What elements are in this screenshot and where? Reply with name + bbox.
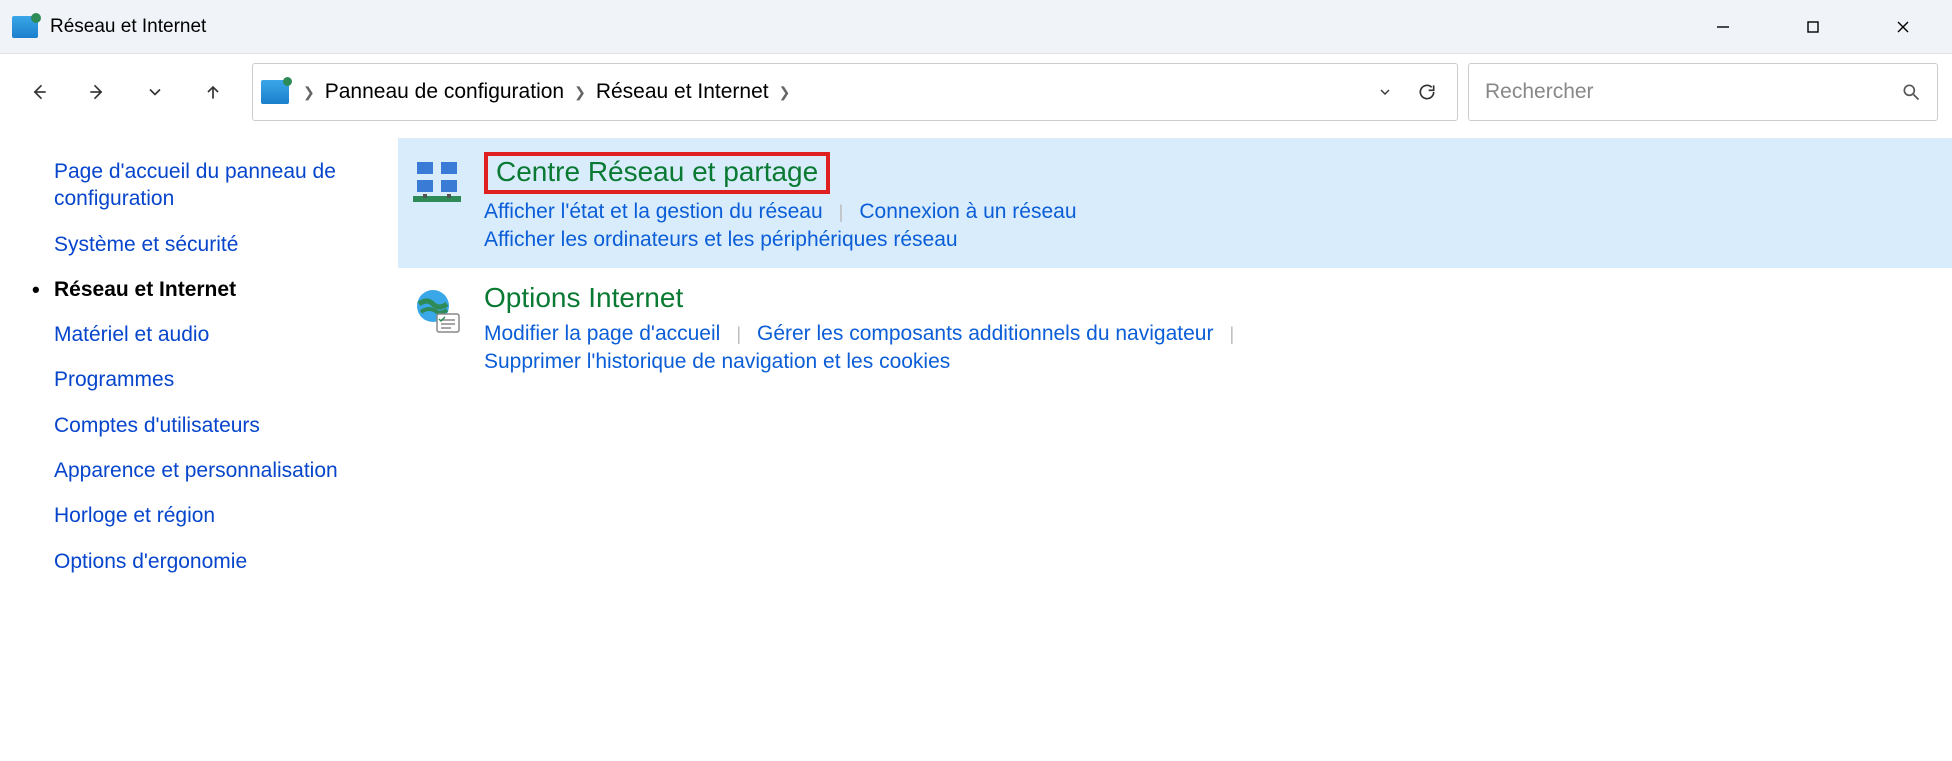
- sidebar-item-appearance[interactable]: Apparence et personnalisation: [54, 457, 378, 484]
- close-button[interactable]: [1858, 0, 1948, 54]
- category-body: Centre Réseau et partage Afficher l'état…: [484, 152, 1942, 254]
- category-internet-options: Options Internet Modifier la page d'accu…: [398, 268, 1952, 390]
- forward-button[interactable]: [78, 73, 116, 111]
- maximize-button[interactable]: [1768, 0, 1858, 54]
- category-title-network-sharing[interactable]: Centre Réseau et partage: [484, 152, 830, 194]
- link-view-network-status[interactable]: Afficher l'état et la gestion du réseau: [484, 198, 823, 226]
- minimize-button[interactable]: [1678, 0, 1768, 54]
- category-network-sharing: Centre Réseau et partage Afficher l'état…: [398, 138, 1952, 268]
- chevron-right-icon[interactable]: ❯: [574, 84, 586, 101]
- internet-options-icon: [408, 282, 466, 376]
- up-button[interactable]: [194, 73, 232, 111]
- link-connect-network[interactable]: Connexion à un réseau: [859, 198, 1076, 226]
- nav-buttons: [14, 73, 242, 111]
- content-area: Centre Réseau et partage Afficher l'état…: [398, 130, 1952, 761]
- sidebar-item-system-security[interactable]: Système et sécurité: [54, 231, 378, 258]
- link-delete-history[interactable]: Supprimer l'historique de navigation et …: [484, 348, 950, 376]
- link-change-homepage[interactable]: Modifier la page d'accueil: [484, 320, 720, 348]
- breadcrumb-item[interactable]: Panneau de configuration: [323, 76, 566, 108]
- link-view-network-devices[interactable]: Afficher les ordinateurs et les périphér…: [484, 226, 958, 254]
- search-icon[interactable]: [1901, 82, 1921, 102]
- address-history-dropdown[interactable]: [1365, 84, 1405, 100]
- sidebar-item-user-accounts[interactable]: Comptes d'utilisateurs: [54, 412, 378, 439]
- refresh-button[interactable]: [1405, 82, 1449, 102]
- window-controls: [1678, 0, 1948, 54]
- sidebar: Page d'accueil du panneau de configurati…: [0, 130, 398, 761]
- breadcrumb-item[interactable]: Réseau et Internet: [594, 76, 771, 108]
- separator: |: [736, 324, 741, 345]
- search-box[interactable]: [1468, 63, 1938, 121]
- category-links: Afficher l'état et la gestion du réseau …: [484, 198, 1922, 254]
- network-sharing-icon: [408, 152, 466, 254]
- titlebar: Réseau et Internet: [0, 0, 1952, 54]
- app-icon: [12, 16, 38, 38]
- recent-locations-button[interactable]: [136, 73, 174, 111]
- link-manage-addons[interactable]: Gérer les composants additionnels du nav…: [757, 320, 1213, 348]
- chevron-right-icon[interactable]: ❯: [303, 84, 315, 101]
- location-icon: [261, 80, 289, 104]
- sidebar-item-network-internet[interactable]: Réseau et Internet: [54, 276, 378, 303]
- main-area: Page d'accueil du panneau de configurati…: [0, 130, 1952, 761]
- category-body: Options Internet Modifier la page d'accu…: [484, 282, 1942, 376]
- separator: |: [1229, 324, 1234, 345]
- back-button[interactable]: [20, 73, 58, 111]
- sidebar-item-hardware-sound[interactable]: Matériel et audio: [54, 321, 378, 348]
- window-title: Réseau et Internet: [50, 16, 206, 38]
- address-bar[interactable]: ❯ Panneau de configuration ❯ Réseau et I…: [252, 63, 1458, 121]
- sidebar-item-ease-of-access[interactable]: Options d'ergonomie: [54, 548, 378, 575]
- navigation-row: ❯ Panneau de configuration ❯ Réseau et I…: [0, 54, 1952, 130]
- category-title-internet-options[interactable]: Options Internet: [484, 282, 683, 314]
- category-links: Modifier la page d'accueil | Gérer les c…: [484, 320, 1922, 376]
- sidebar-item-clock-region[interactable]: Horloge et région: [54, 502, 378, 529]
- search-input[interactable]: [1485, 80, 1901, 104]
- sidebar-item-programs[interactable]: Programmes: [54, 366, 378, 393]
- separator: |: [839, 202, 844, 223]
- chevron-right-icon[interactable]: ❯: [779, 84, 791, 101]
- sidebar-item-home[interactable]: Page d'accueil du panneau de configurati…: [54, 158, 378, 213]
